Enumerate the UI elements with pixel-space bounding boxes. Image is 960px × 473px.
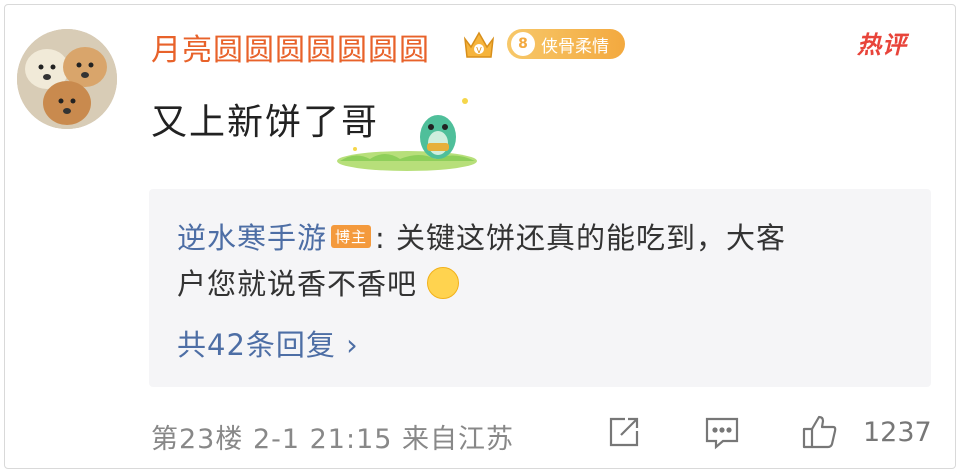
fan-badge[interactable]: 8 侠骨柔情 <box>507 29 625 59</box>
hot-comment-tag: 热评 <box>857 31 907 59</box>
vip-crown-icon: V <box>459 25 499 65</box>
fan-badge-label: 侠骨柔情 <box>541 36 609 57</box>
like-count: 1237 <box>863 417 932 448</box>
sticker-image <box>335 81 480 173</box>
comment-card: 月亮圆圆圆圆圆圆圆 V 8 侠骨柔情 热评 又上新饼了哥 逆水寒手游 博主: 关键… <box>4 4 956 469</box>
reply-author[interactable]: 逆水寒手游 <box>177 221 327 255</box>
like-icon[interactable] <box>799 411 841 453</box>
reply-separator: : <box>375 221 386 255</box>
view-replies-link[interactable]: 共42条回复 › <box>177 322 359 364</box>
share-icon[interactable] <box>603 411 645 453</box>
reply-text-line2: 户您就说香不香吧 <box>177 267 418 301</box>
fan-level: 8 <box>511 32 535 56</box>
comment-icon[interactable] <box>701 411 743 453</box>
reply-line-1: 逆水寒手游 博主: 关键这饼还真的能吃到，大客 <box>177 215 786 257</box>
username[interactable]: 月亮圆圆圆圆圆圆圆 <box>151 25 430 69</box>
shy-emoji-icon <box>427 267 460 299</box>
comment-meta: 第23楼 2-1 21:15 来自江苏 <box>151 424 515 455</box>
blogger-badge: 博主 <box>331 224 372 248</box>
reply-line-2: 户您就说香不香吧 <box>177 261 460 303</box>
svg-text:V: V <box>476 46 482 55</box>
avatar[interactable] <box>17 29 117 129</box>
reply-preview[interactable]: 逆水寒手游 博主: 关键这饼还真的能吃到，大客 户您就说香不香吧 共42条回复 › <box>149 189 931 387</box>
reply-text-line1: 关键这饼还真的能吃到，大客 <box>385 221 787 255</box>
